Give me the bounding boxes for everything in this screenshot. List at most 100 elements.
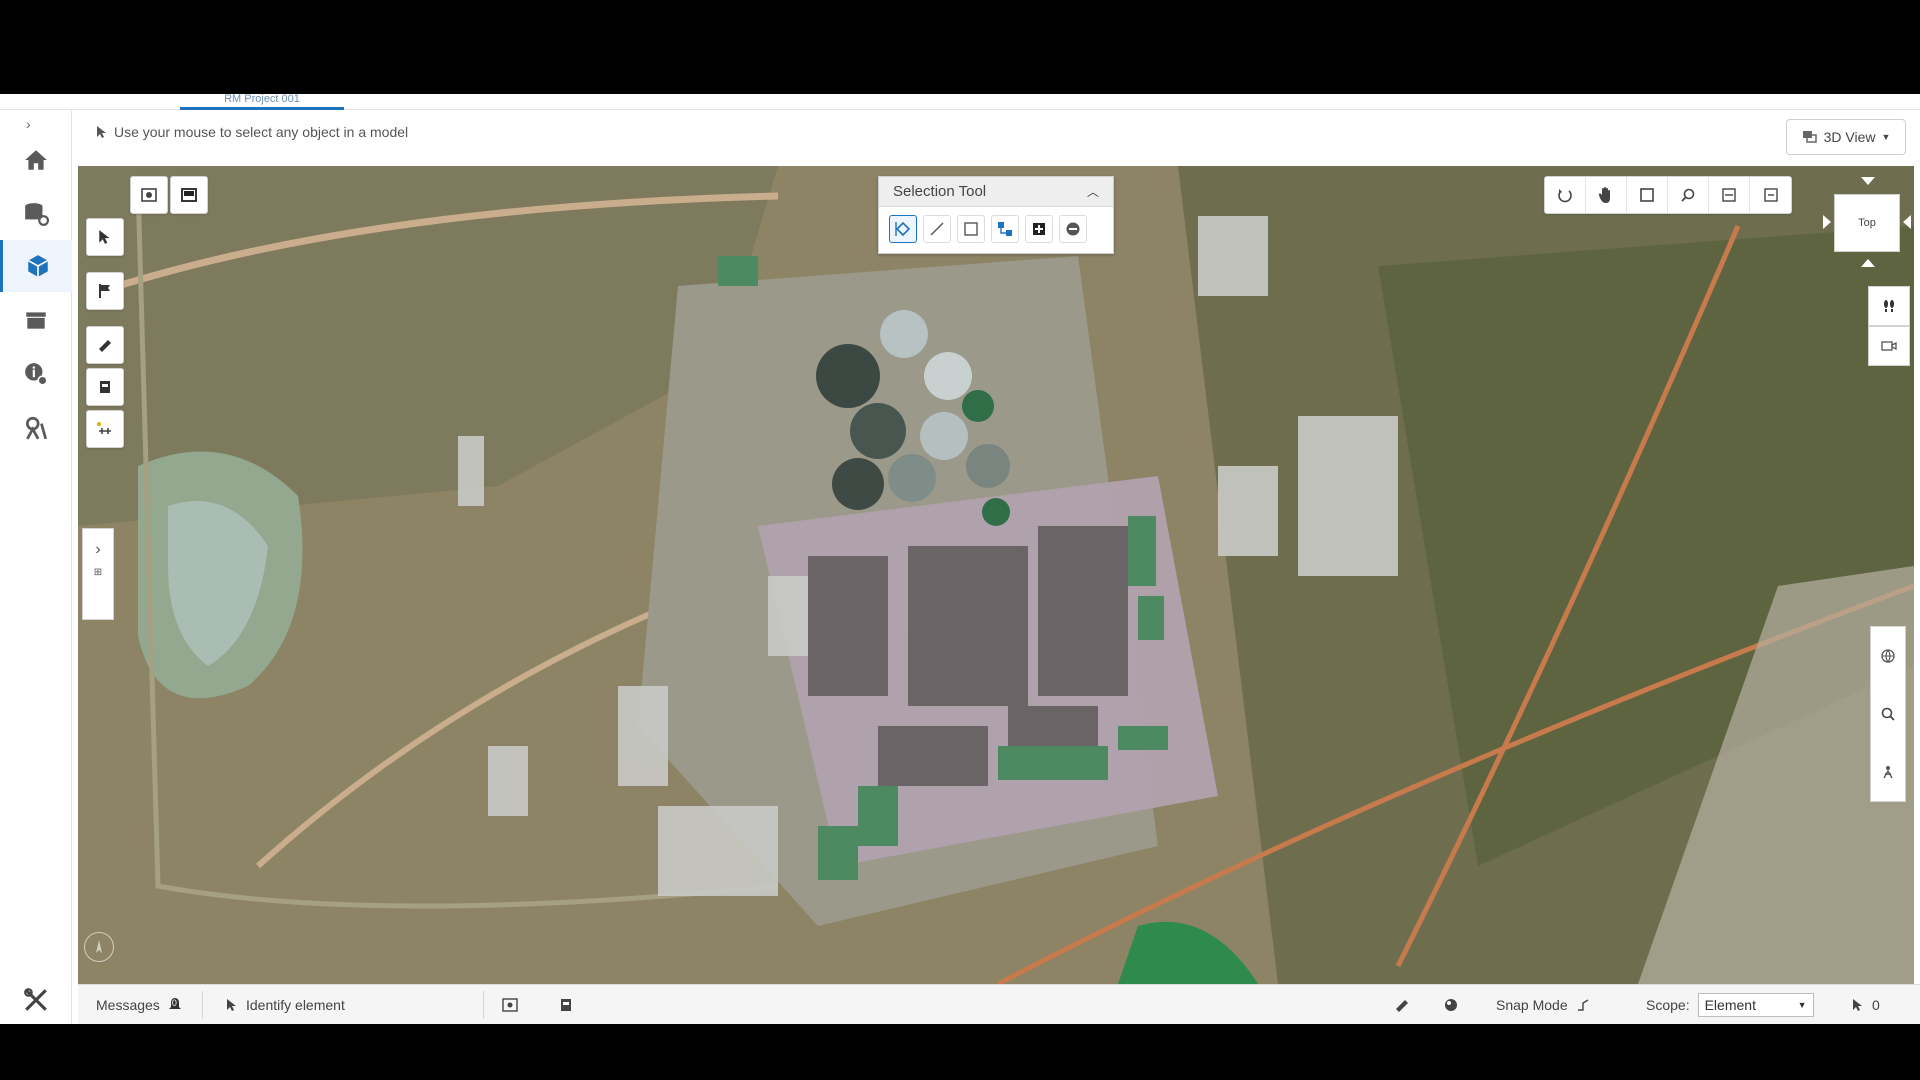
messages-count-badge: 0	[171, 998, 177, 1008]
selection-tool-title: Selection Tool	[893, 183, 987, 200]
selection-count-value: 0	[1872, 997, 1880, 1013]
split-panel-icon	[181, 188, 197, 202]
minimize-icon	[1763, 188, 1778, 202]
person-icon[interactable]	[1880, 764, 1896, 780]
view-mode-dropdown[interactable]: 3D View ▼	[1786, 119, 1906, 155]
render-mode-button[interactable]	[1442, 985, 1460, 1025]
section-box-icon	[561, 999, 571, 1011]
left-navigation: ›	[0, 110, 72, 1024]
zoom-window-button[interactable]	[1668, 177, 1709, 213]
database-icon	[25, 203, 49, 226]
globe-icon[interactable]	[1880, 648, 1896, 664]
identify-element-label: Identify element	[246, 997, 345, 1013]
section-button[interactable]	[560, 985, 572, 1025]
hint-bar: Use your mouse to select any object in a…	[78, 110, 1920, 160]
status-divider	[483, 991, 484, 1019]
snap-mode-button[interactable]: Snap Mode	[1496, 985, 1590, 1025]
cursor-icon	[97, 126, 106, 138]
letterbox-top	[0, 0, 1920, 94]
flag-icon	[99, 284, 110, 298]
zoom-icon	[1681, 188, 1695, 202]
side-panel-collapse-tab[interactable]: › ⊞	[82, 528, 114, 620]
nav-item-tools[interactable]	[0, 978, 72, 1022]
walk-mode-button[interactable]	[1868, 286, 1910, 326]
minimize-view-button[interactable]	[1750, 177, 1791, 213]
select-box-button[interactable]	[957, 215, 985, 243]
search-icon[interactable]	[1880, 706, 1896, 722]
nav-item-archive[interactable]	[0, 294, 72, 346]
info-gear-icon	[25, 363, 48, 386]
nav-item-home[interactable]	[0, 134, 72, 186]
hand-icon	[1598, 187, 1610, 203]
selection-tool-panel: Selection Tool ︿	[878, 176, 1114, 254]
minus-circle-icon	[1066, 222, 1080, 236]
pointer-icon	[1853, 999, 1862, 1011]
select-element-button[interactable]	[889, 215, 917, 243]
add-to-selection-button[interactable]	[1025, 215, 1053, 243]
screenshot-button[interactable]	[502, 985, 518, 1025]
map-controls	[1870, 626, 1906, 802]
cube-arrow-right-icon[interactable]	[1902, 214, 1912, 230]
cube-arrow-down-icon[interactable]	[1860, 258, 1876, 268]
expand-nav-chevron-icon[interactable]: ›	[26, 116, 31, 132]
messages-button[interactable]: Messages 0	[96, 985, 182, 1025]
cube-arrow-left-icon[interactable]	[1822, 214, 1832, 230]
hint-text: Use your mouse to select any object in a…	[114, 124, 409, 140]
navigation-cube[interactable]: Top	[1822, 176, 1912, 268]
plus-square-icon	[1033, 223, 1045, 235]
measure-status-button[interactable]	[1394, 985, 1410, 1025]
chevron-down-icon: ▼	[1881, 132, 1891, 142]
model-viewport[interactable]: › ⊞ Selection Tool ︿ Top	[78, 166, 1914, 984]
chevron-right-icon: ›	[95, 541, 101, 558]
compare-tool-button[interactable]	[86, 410, 124, 448]
cube-face-top[interactable]: Top	[1834, 194, 1900, 252]
window-view-button[interactable]	[1709, 177, 1750, 213]
select-children-button[interactable]	[991, 215, 1019, 243]
letterbox-bottom	[0, 1024, 1920, 1080]
snap-mode-label: Snap Mode	[1496, 997, 1568, 1013]
pan-view-button[interactable]	[1586, 177, 1627, 213]
markup-tool-button[interactable]	[86, 272, 124, 310]
identify-element-button[interactable]: Identify element	[226, 985, 345, 1025]
pointer-icon	[227, 999, 236, 1011]
cube-icon	[27, 255, 48, 277]
scope-label: Scope:	[1646, 997, 1690, 1013]
nav-item-data[interactable]	[0, 188, 72, 240]
view-toggle-button[interactable]	[130, 176, 168, 214]
tab-active-project[interactable]: RM Project 001	[180, 94, 344, 110]
select-tool-button[interactable]	[86, 218, 124, 256]
line-icon	[930, 222, 944, 236]
rotate-view-button[interactable]	[1545, 177, 1586, 213]
nav-item-model[interactable]	[0, 240, 72, 292]
status-divider	[202, 991, 203, 1019]
nav-item-info[interactable]	[0, 348, 72, 400]
frame-view-icon	[502, 998, 518, 1012]
snap-icon	[1577, 999, 1588, 1011]
view-navigation-toolbar	[1544, 176, 1792, 214]
section-tool-button[interactable]	[86, 368, 124, 406]
panel-toggle-button[interactable]	[170, 176, 208, 214]
selection-count: 0	[1852, 985, 1880, 1025]
aerial-map-image	[78, 166, 1914, 984]
compass-icon[interactable]	[84, 932, 114, 962]
tools-icon	[24, 988, 47, 1011]
ruler-icon	[99, 340, 111, 352]
select-line-button[interactable]	[923, 215, 951, 243]
section-box-icon	[100, 381, 110, 393]
scope-select[interactable]: Element ▼	[1697, 993, 1814, 1017]
pointer-icon	[99, 230, 110, 244]
footsteps-icon	[1884, 300, 1894, 312]
remove-from-selection-button[interactable]	[1059, 215, 1087, 243]
render-sphere-icon	[1445, 999, 1457, 1011]
cube-arrow-up-icon[interactable]	[1860, 176, 1876, 186]
scope-control: Scope: Element ▼	[1646, 985, 1814, 1025]
selection-mode-buttons	[879, 207, 1113, 251]
measure-tool-button[interactable]	[86, 326, 124, 364]
chevron-up-icon[interactable]: ︿	[1087, 183, 1099, 200]
selection-tool-header[interactable]: Selection Tool ︿	[879, 177, 1113, 207]
fit-view-button[interactable]	[1627, 177, 1668, 213]
fit-frame-icon	[1640, 188, 1654, 202]
camera-button[interactable]	[1868, 326, 1910, 366]
nav-item-issues[interactable]	[0, 402, 72, 454]
issues-icon	[25, 416, 48, 440]
